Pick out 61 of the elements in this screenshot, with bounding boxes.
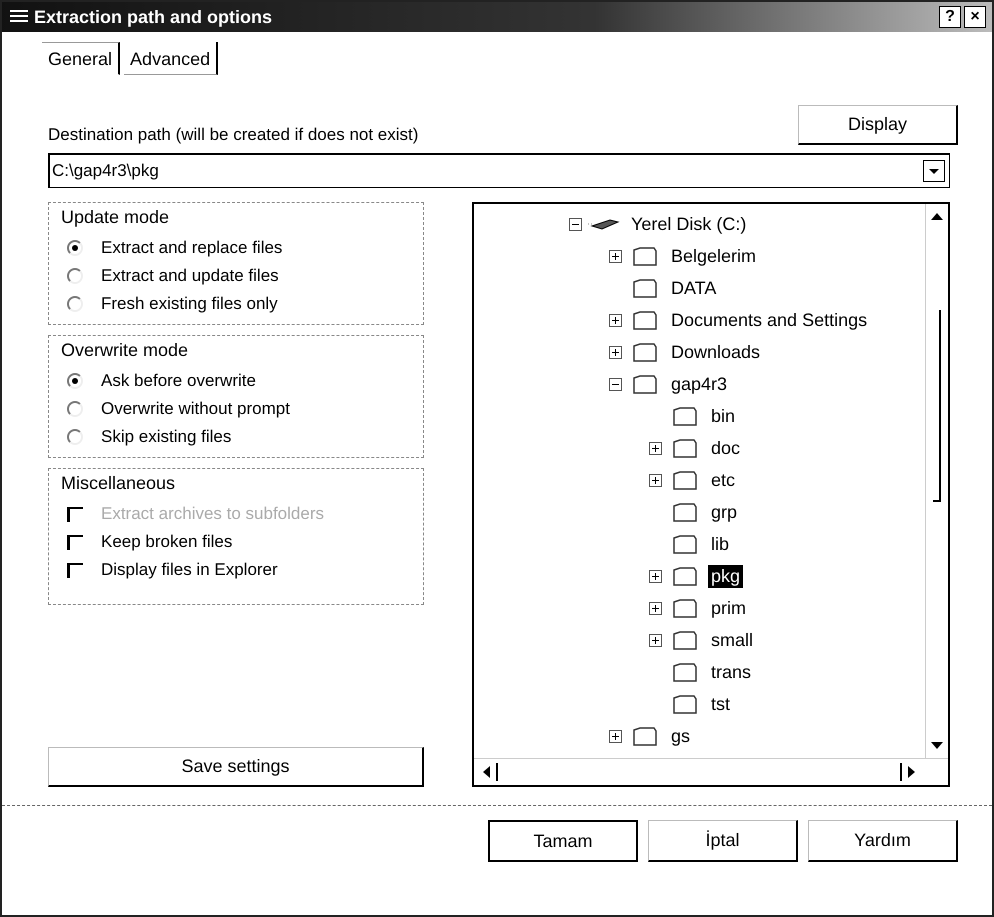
tree-item[interactable]: gap4r3 — [668, 372, 730, 396]
tree-item[interactable]: grp — [708, 500, 740, 524]
tree-item[interactable]: Downloads — [668, 340, 764, 364]
expander-box[interactable] — [609, 346, 622, 358]
destination-label: Destination path (will be created if does not exist) — [48, 125, 418, 145]
tab[interactable]: Advanced — [124, 42, 218, 75]
tree-item[interactable]: small — [708, 628, 756, 652]
tree-item[interactable]: prim — [708, 596, 749, 620]
tree-item[interactable]: Documents and Settings — [668, 308, 870, 332]
save-settings-button[interactable]: Save settings — [48, 747, 424, 787]
radio-option[interactable]: Fresh existing files only — [67, 294, 407, 314]
window-title: Extraction path and options — [34, 6, 272, 28]
close-button[interactable]: × — [964, 6, 986, 28]
scroll-thumb[interactable] — [933, 310, 941, 502]
radio-option[interactable]: Skip existing files — [67, 427, 407, 447]
tree-item[interactable]: trans — [708, 660, 754, 684]
radio-button[interactable] — [67, 373, 83, 389]
radio-button[interactable] — [67, 268, 83, 284]
radio-option[interactable]: Extract and replace files — [67, 238, 407, 258]
expander-box[interactable] — [649, 602, 662, 614]
tree-item[interactable]: bin — [708, 404, 738, 428]
tree-item[interactable]: tst — [708, 692, 734, 716]
display-button[interactable]: Display — [798, 105, 958, 145]
expander-box[interactable] — [609, 314, 622, 326]
expander-box[interactable] — [649, 634, 662, 646]
dialog-button[interactable]: İptal — [648, 820, 798, 862]
group-title: Miscellaneous — [61, 473, 176, 494]
dialog-button[interactable]: Yardım — [808, 820, 958, 862]
group-title: Overwrite mode — [61, 340, 190, 361]
tree-item[interactable]: Yerel Disk (C:) — [628, 212, 750, 236]
destination-combo[interactable]: C:\gap4r3\pkg — [48, 153, 950, 188]
tab[interactable]: General — [42, 42, 120, 75]
tree-item[interactable]: etc — [708, 468, 738, 492]
help-button[interactable]: ? — [939, 6, 961, 28]
radio-option[interactable]: Ask before overwrite — [67, 371, 407, 391]
expander-box[interactable] — [609, 730, 622, 742]
checkbox-option[interactable]: Keep broken files — [67, 532, 407, 552]
checkbox[interactable] — [67, 562, 83, 578]
radio-button[interactable] — [67, 240, 83, 256]
expander-box[interactable] — [569, 218, 582, 230]
tree-item[interactable]: lib — [708, 532, 732, 556]
expander-box[interactable] — [649, 442, 662, 454]
tree-item[interactable]: pkg — [708, 564, 744, 588]
radio-button[interactable] — [67, 429, 83, 445]
radio-option[interactable]: Extract and update files — [67, 266, 407, 286]
tree-item[interactable]: gs — [668, 724, 694, 748]
radio-button[interactable] — [67, 401, 83, 417]
expander-box[interactable] — [609, 378, 622, 390]
group-title: Update mode — [61, 207, 170, 228]
radio-button[interactable] — [67, 296, 83, 312]
dialog-button[interactable]: Tamam — [488, 820, 638, 862]
tree-item[interactable]: Belgelerim — [668, 244, 760, 268]
expander-box[interactable] — [649, 474, 662, 486]
tree-item[interactable]: DATA — [668, 276, 720, 300]
checkbox-option[interactable]: Display files in Explorer — [67, 560, 407, 580]
checkbox[interactable] — [67, 534, 83, 550]
radio-option[interactable]: Overwrite without prompt — [67, 399, 407, 419]
tree-item[interactable]: doc — [708, 436, 744, 460]
expander-box[interactable] — [609, 250, 622, 262]
expander-box[interactable] — [649, 570, 662, 582]
scroll-thumb[interactable] — [496, 763, 902, 781]
